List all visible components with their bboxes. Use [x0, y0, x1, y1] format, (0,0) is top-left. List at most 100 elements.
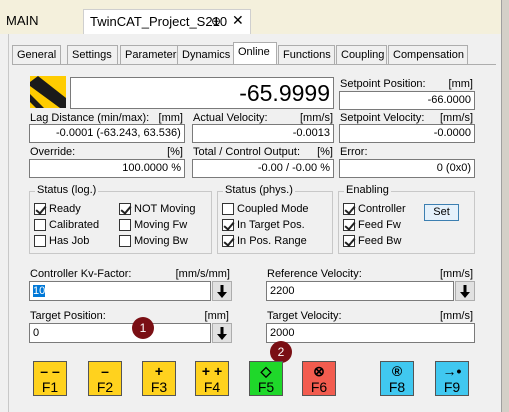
status-phys-title: Status (phys.): [223, 184, 295, 196]
target-position-download-button[interactable]: [212, 323, 232, 343]
checkbox-box[interactable]: [222, 203, 234, 215]
tab-settings[interactable]: Settings: [67, 45, 118, 65]
moving-bw-checkbox[interactable]: Moving Bw: [119, 235, 188, 247]
setpoint-position-label: Setpoint Position:: [340, 78, 426, 90]
forward-icon: +: [154, 363, 164, 379]
tab-label: Parameter: [125, 49, 177, 61]
tab-compensation[interactable]: Compensation: [388, 45, 468, 65]
kv-factor-label: Controller Kv-Factor:: [30, 268, 132, 280]
kv-factor-download-button[interactable]: [212, 281, 232, 301]
checkbox-label: Controller: [358, 203, 406, 215]
actual-position-display: -65.9999: [70, 77, 334, 109]
fkey-label: F2: [96, 379, 114, 395]
kv-factor-input[interactable]: 10: [29, 281, 211, 301]
tab-functions[interactable]: Functions: [278, 45, 335, 65]
control-output-label: Total / Control Output:: [193, 146, 300, 158]
checkbox-box[interactable]: [34, 235, 46, 247]
set-enabling-button[interactable]: Set: [424, 204, 459, 221]
kv-factor-value: 10: [33, 285, 46, 297]
reference-velocity-label: Reference Velocity:: [267, 268, 362, 280]
feed-bw-checkbox[interactable]: Feed Bw: [343, 235, 401, 247]
f8-reset-button[interactable]: ® F8: [380, 361, 414, 396]
checkbox-label: Has Job: [49, 235, 90, 247]
fkey-label: F3: [150, 379, 168, 395]
fkey-label: F4: [203, 379, 221, 395]
reference-velocity-download-button[interactable]: [455, 281, 475, 301]
checkbox-box[interactable]: [119, 203, 131, 215]
actual-position-value: -65.9999: [239, 80, 330, 106]
doc-tab-twincat-project[interactable]: TwinCAT_Project_S210 ⊕ ✕: [83, 9, 251, 34]
tab-coupling[interactable]: Coupling: [336, 45, 387, 65]
target-velocity-label: Target Velocity:: [267, 310, 342, 322]
callout-marker-1: 1: [132, 317, 154, 339]
close-icon[interactable]: ✕: [232, 12, 244, 29]
doc-tab-main[interactable]: MAIN: [0, 10, 82, 32]
f4-fast-forward-button[interactable]: + + F4: [195, 361, 229, 396]
checkbox-box[interactable]: [34, 203, 46, 215]
start-icon: ◇: [260, 363, 272, 379]
in-pos-range-checkbox[interactable]: In Pos. Range: [222, 235, 307, 247]
checkbox-label: In Pos. Range: [237, 235, 307, 247]
actual-velocity-label: Actual Velocity:: [193, 112, 268, 124]
fast-forward-icon: + +: [201, 363, 223, 379]
f5-start-button[interactable]: ◇ F5: [249, 361, 283, 396]
lag-distance-unit: [mm]: [158, 112, 183, 124]
arrow-down-icon: [217, 285, 227, 298]
target-velocity-unit: [mm/s]: [440, 310, 473, 322]
calibrated-checkbox[interactable]: Calibrated: [34, 219, 99, 231]
checkbox-box[interactable]: [119, 235, 131, 247]
target-velocity-input[interactable]: 2000: [266, 323, 475, 343]
setpoint-velocity-value: -0.0000: [339, 124, 475, 143]
checkbox-box[interactable]: [343, 219, 355, 231]
pin-icon[interactable]: ⊕: [211, 14, 221, 28]
tab-divider: [12, 64, 496, 65]
control-output-value: -0.00 / -0.00 %: [192, 159, 334, 178]
callout-marker-2: 2: [270, 341, 292, 363]
setpoint-position-unit: [mm]: [448, 78, 473, 90]
status-log-title: Status (log.): [35, 184, 99, 196]
checkbox-box[interactable]: [222, 219, 234, 231]
checkbox-box[interactable]: [222, 235, 234, 247]
has-job-checkbox[interactable]: Has Job: [34, 235, 89, 247]
in-target-pos-checkbox[interactable]: In Target Pos.: [222, 219, 305, 231]
f3-forward-button[interactable]: + F3: [142, 361, 176, 396]
override-unit: [%]: [167, 146, 183, 158]
coupled-mode-checkbox[interactable]: Coupled Mode: [222, 203, 309, 215]
tab-general[interactable]: General: [12, 45, 61, 65]
target-position-input[interactable]: 0: [29, 323, 211, 343]
doc-tab-title: TwinCAT_Project_S210: [90, 14, 228, 29]
f1-fast-backward-button[interactable]: – – F1: [33, 361, 67, 396]
home-icon: →•: [442, 363, 462, 379]
ready-checkbox[interactable]: Ready: [34, 203, 81, 215]
moving-fw-checkbox[interactable]: Moving Fw: [119, 219, 187, 231]
target-position-unit: [mm]: [204, 310, 229, 322]
fkey-label: F5: [257, 379, 275, 395]
controller-checkbox[interactable]: Controller: [343, 203, 406, 215]
f2-backward-button[interactable]: – F2: [88, 361, 122, 396]
override-label: Override:: [30, 146, 76, 158]
tab-dynamics[interactable]: Dynamics: [177, 45, 239, 65]
checkbox-box[interactable]: [119, 219, 131, 231]
fkey-label: F1: [41, 379, 59, 395]
f9-home-button[interactable]: →• F9: [435, 361, 469, 396]
checkbox-label: NOT Moving: [134, 203, 196, 215]
error-label: Error:: [340, 146, 368, 158]
checkbox-label: Ready: [49, 203, 81, 215]
tab-online[interactable]: Online: [233, 42, 277, 65]
stop-icon: ⊗: [313, 363, 325, 379]
checkbox-box[interactable]: [34, 219, 46, 231]
lag-distance-minmax: (-63.243, 63.536): [96, 127, 181, 139]
lag-distance-current: -0.0001: [56, 127, 94, 139]
checkbox-label: Calibrated: [49, 219, 100, 231]
tab-label: Compensation: [393, 49, 464, 61]
checkbox-box[interactable]: [343, 203, 355, 215]
axis-logo-icon: [30, 76, 66, 108]
f6-stop-button[interactable]: ⊗ F6: [302, 361, 336, 396]
checkbox-label: Coupled Mode: [237, 203, 309, 215]
feed-fw-checkbox[interactable]: Feed Fw: [343, 219, 401, 231]
reference-velocity-input[interactable]: 2200: [266, 281, 454, 301]
not-moving-checkbox[interactable]: NOT Moving: [119, 203, 196, 215]
tab-label: Settings: [72, 49, 112, 61]
checkbox-box[interactable]: [343, 235, 355, 247]
control-output-unit: [%]: [317, 146, 333, 158]
